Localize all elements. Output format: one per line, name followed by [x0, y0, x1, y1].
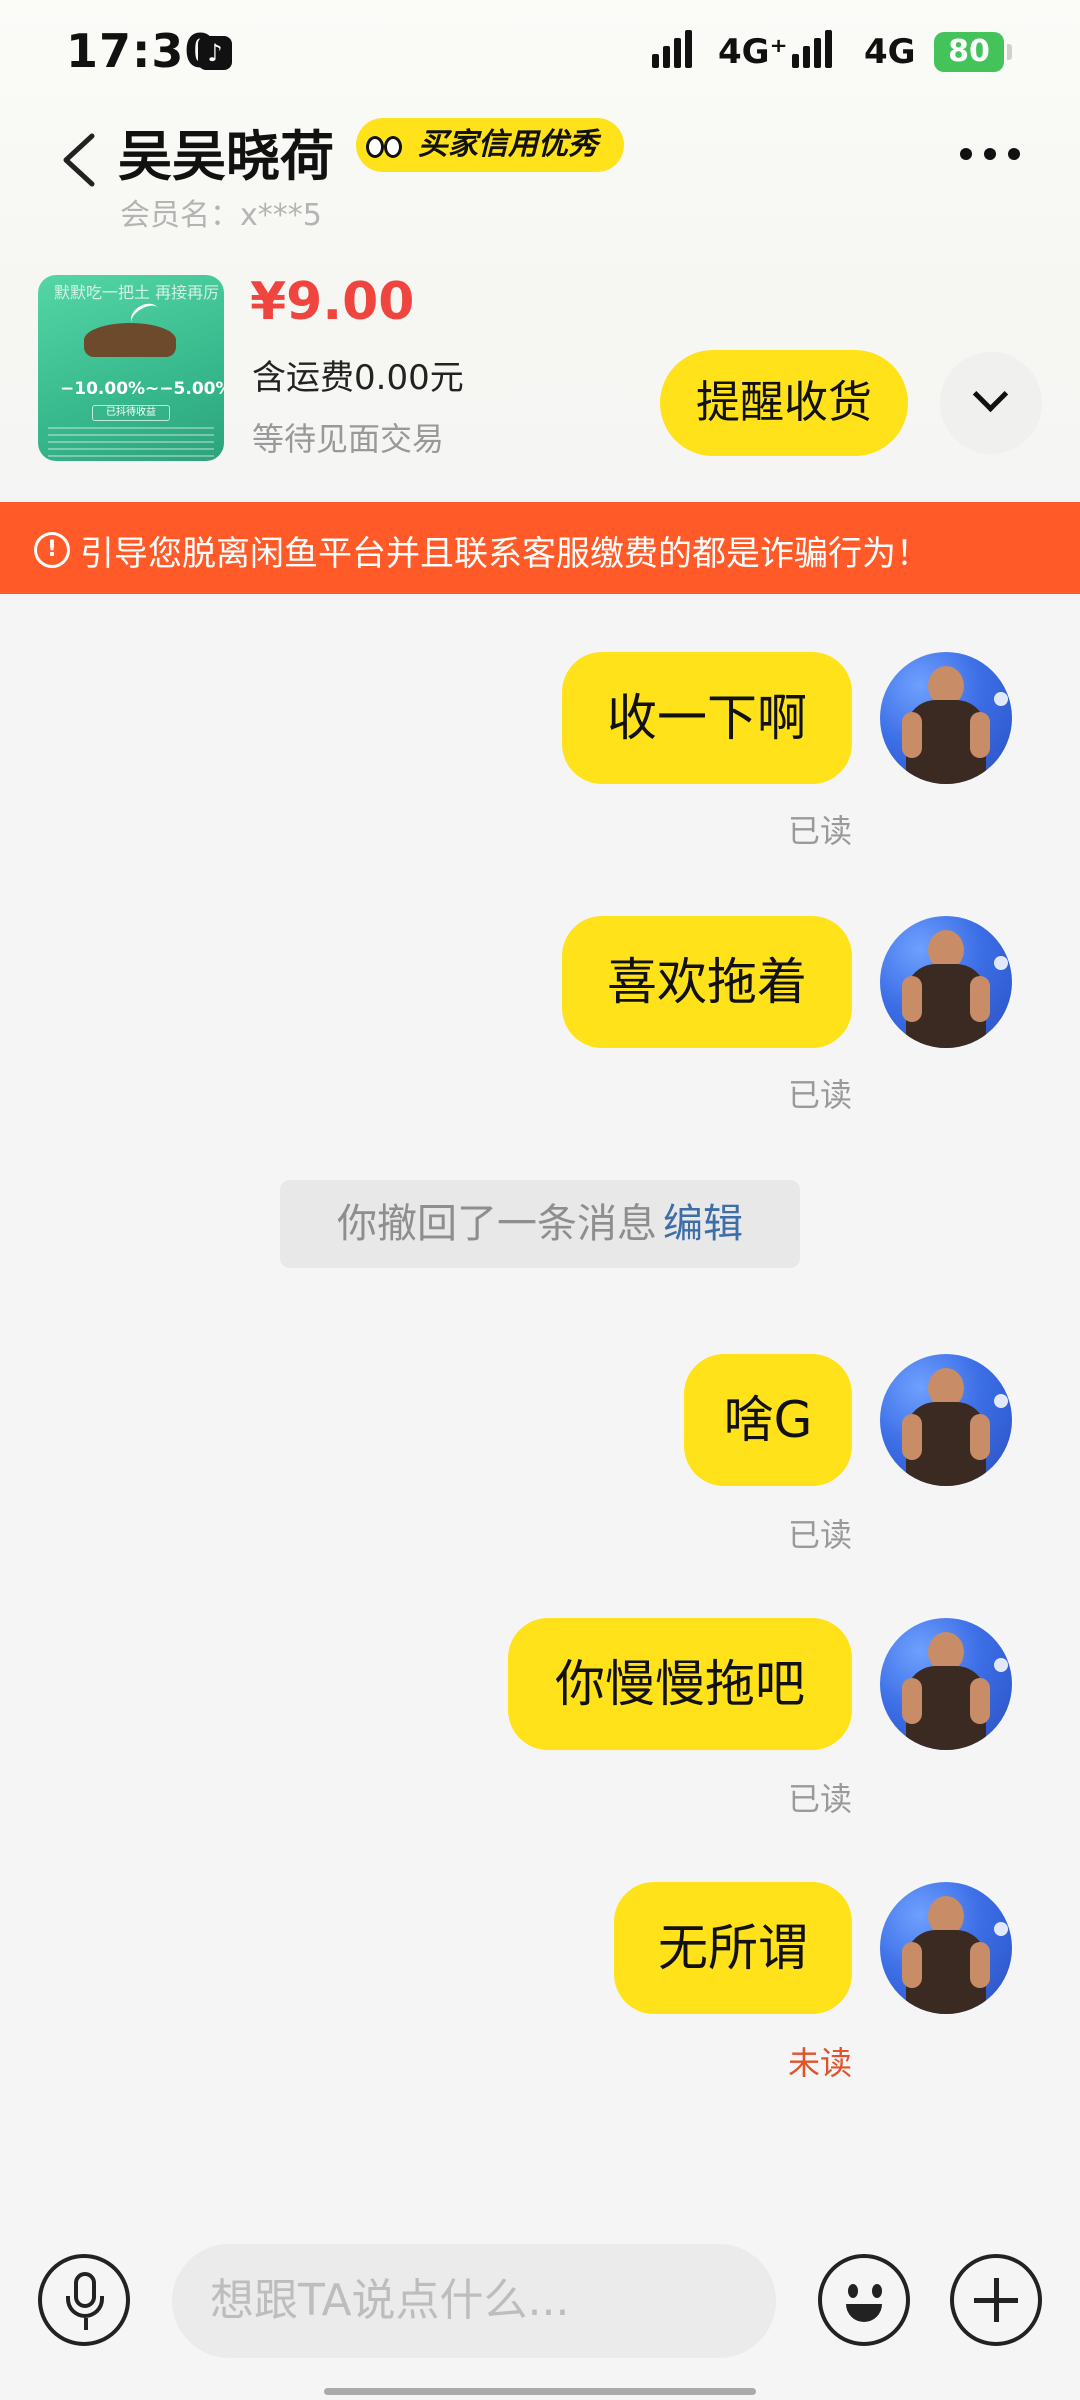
- edit-recalled-link[interactable]: 编辑: [663, 1201, 743, 1247]
- thumb-rate: −10.00%~−5.00%: [60, 379, 224, 399]
- recalled-message-notice: 你撤回了一条消息 编辑: [280, 1180, 800, 1268]
- battery-icon: 80: [934, 32, 1012, 72]
- network-label-1: 4G⁺: [718, 32, 788, 72]
- home-indicator[interactable]: [324, 2388, 756, 2395]
- voice-input-button[interactable]: [38, 2254, 130, 2346]
- message-bubble[interactable]: 你慢慢拖吧: [508, 1618, 852, 1750]
- message-input[interactable]: 想跟TA说点什么...: [172, 2244, 776, 2358]
- tiktok-icon: ♪: [198, 36, 232, 70]
- expand-button[interactable]: [940, 352, 1042, 454]
- warning-text: 引导您脱离闲鱼平台并且联系客服缴费的都是诈骗行为！: [80, 534, 930, 574]
- avatar[interactable]: [880, 916, 1012, 1048]
- chat-title: 吴吴晓荷: [118, 125, 334, 188]
- avatar[interactable]: [880, 1354, 1012, 1486]
- mascot-icon: [360, 122, 406, 168]
- remind-receipt-button[interactable]: 提醒收货: [660, 350, 908, 456]
- avatar[interactable]: [880, 1618, 1012, 1750]
- read-status: 已读: [787, 812, 852, 850]
- product-thumbnail[interactable]: 默默吃一把土 再接再厉 −10.00%~−5.00% 已抖待收益: [38, 275, 224, 461]
- soil-pile-image: [84, 323, 176, 357]
- thumb-fine-print: [48, 427, 214, 457]
- chevron-down-icon: [972, 376, 1009, 413]
- scam-warning-banner: ! 引导您脱离闲鱼平台并且联系客服缴费的都是诈骗行为！: [0, 502, 1080, 594]
- more-options-icon[interactable]: [960, 148, 1020, 160]
- avatar[interactable]: [880, 652, 1012, 784]
- recall-text: 你撤回了一条消息: [337, 1201, 657, 1247]
- network-label-2: 4G: [864, 32, 916, 72]
- read-status: 已读: [787, 1516, 852, 1554]
- trade-status: 等待见面交易: [252, 420, 445, 458]
- signal-icon: [652, 28, 692, 68]
- unread-status: 未读: [787, 2044, 852, 2082]
- add-attachment-button[interactable]: [950, 2254, 1042, 2346]
- product-price: ¥9.00: [250, 272, 415, 332]
- credit-badge[interactable]: 买家信用优秀: [356, 118, 624, 172]
- message-bubble[interactable]: 喜欢拖着: [562, 916, 852, 1048]
- thumb-button: 已抖待收益: [92, 405, 170, 421]
- back-arrow-icon[interactable]: [58, 130, 98, 190]
- status-time: 17:30: [66, 24, 218, 78]
- member-name: 会员名：x***5: [120, 198, 322, 233]
- status-bar: 17:30 ♪ 4G⁺ 4G 80: [0, 0, 1080, 100]
- credit-badge-label: 买家信用优秀: [418, 127, 598, 162]
- smiley-icon: [848, 2284, 858, 2298]
- emoji-button[interactable]: [818, 2254, 910, 2346]
- message-bubble[interactable]: 收一下啊: [562, 652, 852, 784]
- message-bubble[interactable]: 啥G: [684, 1354, 852, 1486]
- avatar[interactable]: [880, 1882, 1012, 2014]
- thumb-caption: 默默吃一把土 再接再厉: [54, 283, 220, 302]
- signal-icon-2: [792, 28, 832, 68]
- alert-icon: !: [34, 532, 70, 568]
- message-bubble[interactable]: 无所谓: [614, 1882, 852, 2014]
- read-status: 已读: [787, 1076, 852, 1114]
- read-status: 已读: [787, 1780, 852, 1818]
- shipping-info: 含运费0.00元: [252, 358, 464, 398]
